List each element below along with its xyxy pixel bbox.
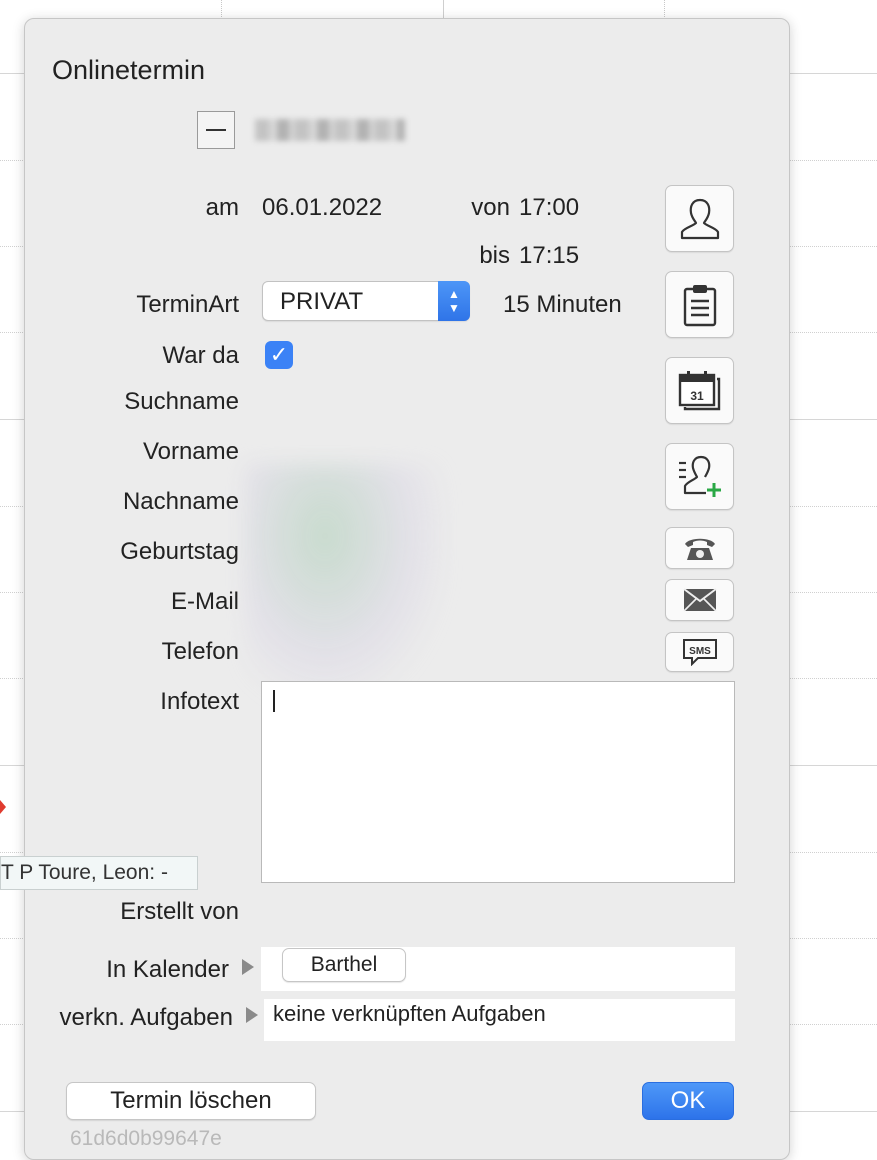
geburtstag-label: Geburtstag	[120, 538, 239, 565]
collapse-toggle[interactable]	[197, 111, 235, 149]
to-time[interactable]: 17:15	[519, 242, 579, 270]
calendar-icon: 31	[678, 370, 720, 410]
contact-button[interactable]	[665, 185, 734, 252]
phone-icon	[684, 538, 715, 560]
appointment-id: 61d6d0b99647e	[70, 1127, 222, 1150]
add-contact-icon	[678, 455, 721, 497]
add-contact-button[interactable]	[665, 443, 734, 510]
text-cursor	[273, 690, 275, 712]
tasks-label: verkn. Aufgaben	[59, 1004, 233, 1031]
vorname-label: Vorname	[142, 438, 239, 465]
to-label: bis	[479, 242, 510, 269]
calendar-label: In Kalender	[106, 956, 229, 983]
type-select-value: PRIVAT	[280, 288, 364, 315]
chevron-updown-icon: ▲ ▼	[438, 281, 470, 321]
from-time[interactable]: 17:00	[519, 194, 579, 222]
sms-icon-text: SMS	[689, 646, 711, 657]
email-label: E-Mail	[170, 588, 239, 615]
clipboard-button[interactable]	[665, 271, 734, 338]
blurred-contact-data	[245, 464, 445, 704]
phone-button[interactable]	[665, 527, 734, 569]
date-label: am	[205, 194, 239, 221]
type-select[interactable]: PRIVAT ▲ ▼	[262, 281, 470, 321]
ok-button[interactable]: OK	[642, 1082, 734, 1120]
event-tooltip: T P Toure, Leon: -	[0, 856, 198, 890]
checkmark-icon: ✓	[269, 342, 289, 367]
calendar-icon-day: 31	[690, 389, 704, 403]
delete-appointment-button[interactable]: Termin löschen	[66, 1082, 316, 1120]
calendar-barthel-button[interactable]: Barthel	[282, 948, 406, 982]
infotext-textarea[interactable]	[261, 681, 735, 883]
sms-button[interactable]: SMS	[665, 632, 734, 672]
blurred-name	[255, 119, 405, 141]
calendar-disclosure-icon[interactable]	[242, 959, 254, 975]
type-label: TerminArt	[136, 291, 239, 318]
email-button[interactable]	[665, 579, 734, 621]
telefon-label: Telefon	[161, 638, 239, 665]
suchname-label: Suchname	[124, 388, 239, 415]
sms-icon: SMS	[682, 639, 717, 666]
from-label: von	[471, 194, 510, 221]
date-value[interactable]: 06.01.2022	[262, 194, 382, 222]
infotext-label: Infotext	[160, 688, 239, 715]
person-icon	[680, 198, 719, 239]
attended-label: War da	[162, 342, 239, 369]
tasks-value: keine verknüpften Aufgaben	[273, 1001, 546, 1026]
mail-icon	[682, 588, 717, 612]
erstellt-von-label: Erstellt von	[120, 898, 239, 925]
appointment-dialog: Onlinetermin am 06.01.2022 von 17:00 bis…	[24, 18, 790, 1160]
dialog-title: Onlinetermin	[52, 55, 206, 85]
calendar-button[interactable]: 31	[665, 357, 734, 424]
tasks-disclosure-icon[interactable]	[246, 1007, 258, 1023]
nachname-label: Nachname	[122, 488, 239, 515]
attended-checkbox[interactable]: ✓	[265, 341, 293, 369]
event-marker	[0, 800, 6, 814]
duration-value: 15 Minuten	[503, 291, 622, 318]
clipboard-icon	[683, 284, 716, 326]
